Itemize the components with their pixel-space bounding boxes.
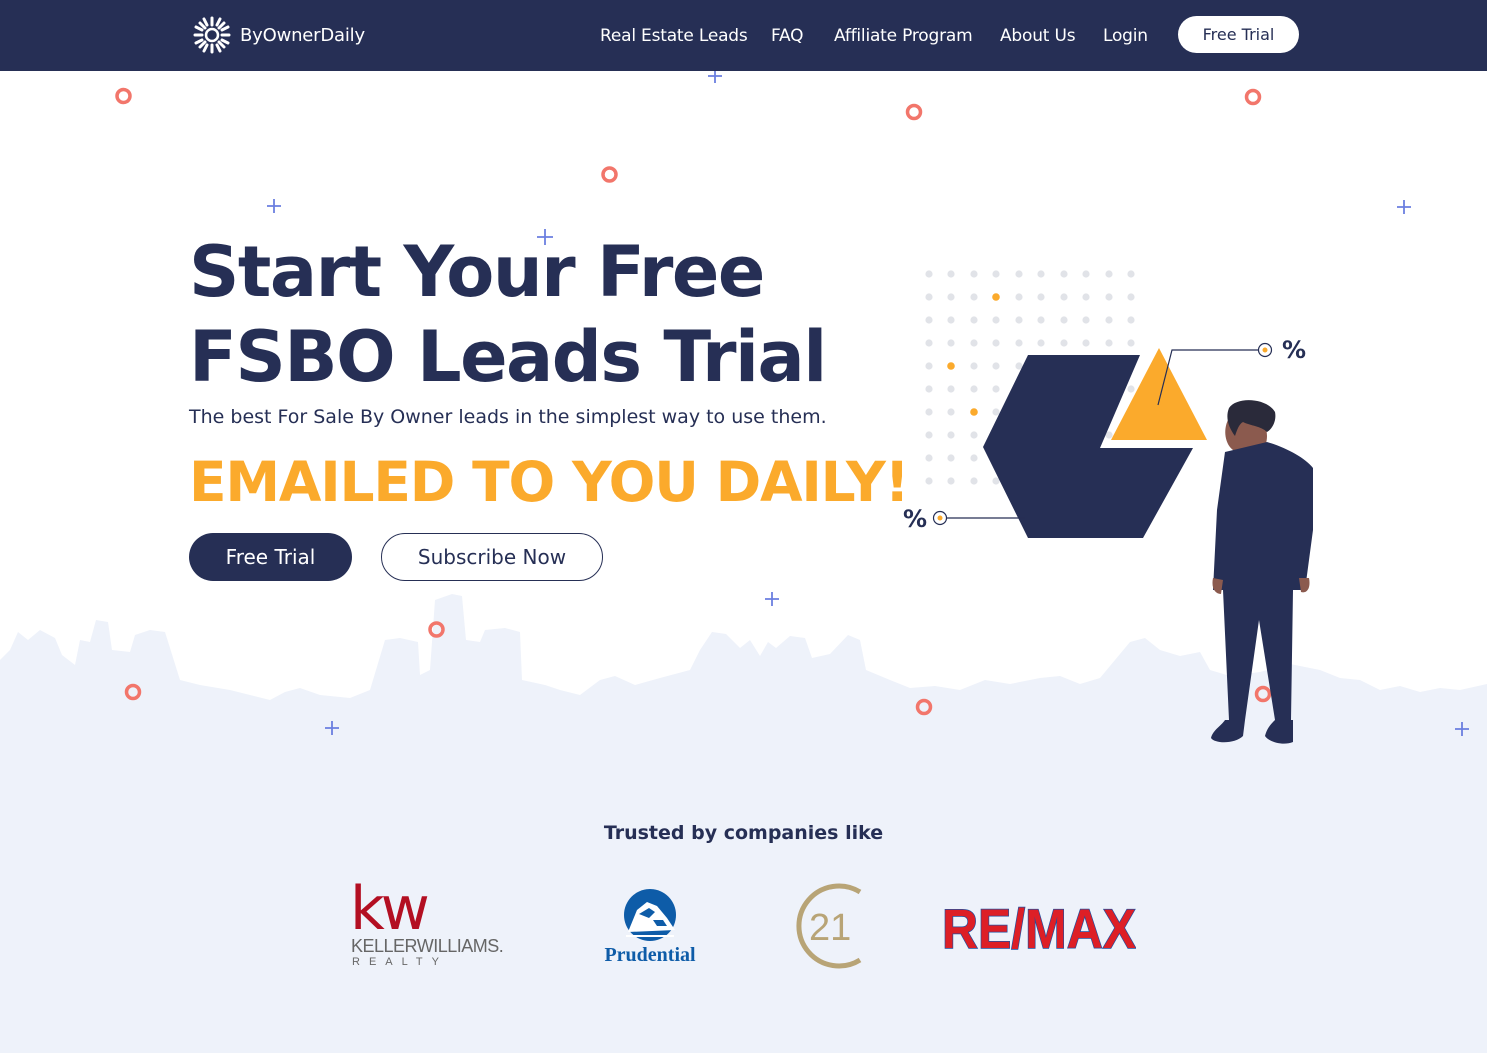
ring-decoration (1244, 88, 1262, 106)
keller-williams-logo: kw KELLERWILLIAMS. REALTY (350, 874, 510, 972)
hero-title-line-1: Start Your Free (189, 231, 765, 313)
ring-decoration (905, 103, 923, 121)
free-trial-button[interactable]: Free Trial (189, 533, 352, 581)
prudential-wordmark: Prudential (604, 944, 696, 966)
century-21-logo: 21 (790, 882, 865, 970)
percent-label-bottom: % (903, 505, 927, 533)
plus-decoration (708, 69, 722, 83)
nav-link-affiliate-program[interactable]: Affiliate Program (834, 0, 973, 71)
hero-illustration: % % (903, 270, 1313, 744)
ring-decoration (115, 87, 132, 105)
remax-logo: RE/MAX (941, 896, 1137, 961)
hero-subtitle: The best For Sale By Owner leads in the … (189, 406, 827, 428)
brand-logo[interactable]: ByOwnerDaily (193, 16, 365, 54)
plus-decoration (267, 199, 281, 213)
rock-icon (624, 889, 676, 941)
brand-name: ByOwnerDaily (240, 24, 365, 46)
trusted-heading: Trusted by companies like (603, 822, 884, 844)
kw-wordmark: KELLERWILLIAMS. (351, 936, 504, 956)
plus-decoration (1397, 200, 1411, 214)
subscribe-now-button[interactable]: Subscribe Now (381, 533, 603, 581)
kw-mark: kw (350, 874, 430, 944)
percent-label-top: % (1282, 336, 1306, 364)
remax-wordmark: RE/MAX (942, 897, 1136, 954)
nav-link-about-us[interactable]: About Us (1000, 0, 1076, 71)
person-figure (1211, 400, 1313, 744)
c21-wordmark: 21 (809, 907, 851, 949)
ring-decoration (601, 166, 618, 183)
hero-title-line-2: FSBO Leads Trial (189, 316, 827, 398)
nav-free-trial-button[interactable]: Free Trial (1178, 16, 1299, 53)
nav-link-login[interactable]: Login (1103, 0, 1148, 71)
kw-tagline: REALTY (352, 956, 448, 968)
nav-link-faq[interactable]: FAQ (771, 0, 804, 71)
hero-highlight: EMAILED TO YOU DAILY! (189, 450, 910, 514)
prudential-logo: Prudential (597, 888, 703, 968)
nav-link-real-estate-leads[interactable]: Real Estate Leads (600, 0, 748, 71)
sunburst-icon (193, 16, 231, 54)
hero-title: Start Your Free FSBO Leads Trial (189, 230, 827, 400)
